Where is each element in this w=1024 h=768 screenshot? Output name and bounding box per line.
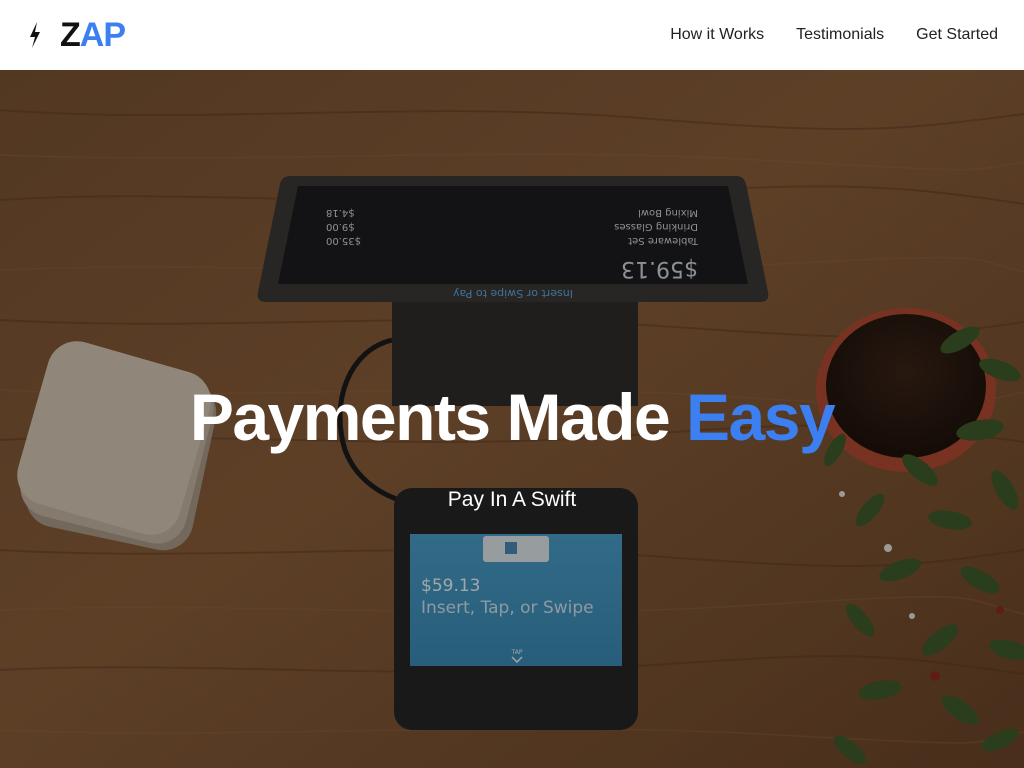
- nav-link-get-started[interactable]: Get Started: [916, 26, 998, 44]
- hero-content: Payments Made Easy Pay In A Swift: [0, 384, 1024, 512]
- hero-section: Insert or Swipe to Pay $59.13 Tableware …: [0, 70, 1024, 768]
- hero-title: Payments Made Easy: [0, 384, 1024, 450]
- nav-link-testimonials[interactable]: Testimonials: [796, 26, 884, 44]
- hero-subtitle: Pay In A Swift: [447, 488, 577, 511]
- brand-logo[interactable]: ZAP: [28, 16, 126, 54]
- nav-link-how-it-works[interactable]: How it Works: [670, 26, 764, 44]
- brand-name-part1: Z: [60, 16, 81, 54]
- nav-links: How it Works Testimonials Get Started: [670, 26, 998, 44]
- brand-name: ZAP: [60, 16, 126, 54]
- hero-title-main: Payments Made: [189, 380, 671, 454]
- brand-name-part2: AP: [79, 16, 126, 54]
- lightning-bolt-icon: [30, 22, 40, 48]
- navbar: ZAP How it Works Testimonials Get Starte…: [0, 0, 1024, 70]
- hero-title-accent: Easy: [686, 380, 836, 454]
